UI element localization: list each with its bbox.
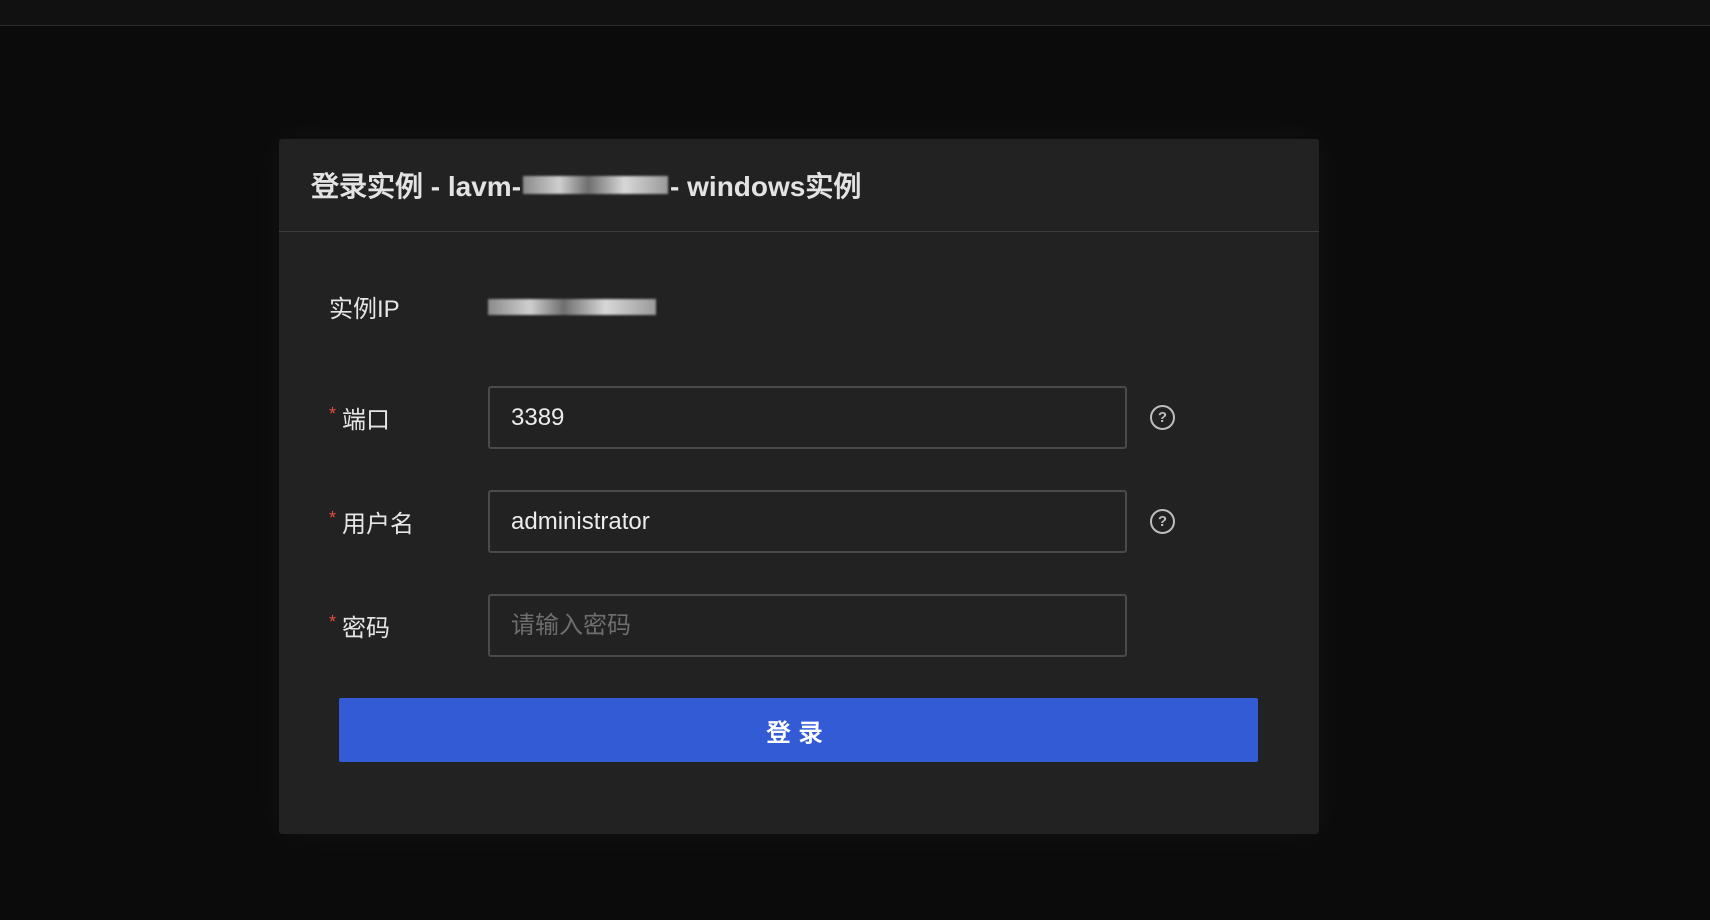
password-label: * 密码	[329, 608, 488, 643]
redacted-instance-id	[523, 176, 669, 194]
ip-row: 实例IP	[329, 289, 656, 324]
ip-value	[488, 298, 656, 315]
question-circle-icon[interactable]: ?	[1150, 509, 1175, 534]
ip-label-text: 实例IP	[329, 296, 400, 323]
top-bar	[0, 0, 1710, 26]
login-button[interactable]: 登录	[339, 698, 1258, 762]
username-label: * 用户名	[329, 504, 488, 539]
password-input[interactable]	[488, 594, 1127, 657]
dialog-header: 登录实例 - lavm- - windows实例	[279, 139, 1319, 232]
port-row: * 端口 ?	[329, 386, 1175, 449]
question-circle-icon[interactable]: ?	[1150, 405, 1175, 430]
redacted-ip-address	[488, 298, 656, 315]
port-label-text: 端口	[342, 407, 391, 434]
password-label-text: 密码	[342, 615, 391, 642]
username-label-text: 用户名	[342, 511, 415, 538]
password-row: * 密码	[329, 594, 1127, 657]
port-label: * 端口	[329, 400, 488, 435]
required-mark: *	[329, 612, 337, 632]
dialog-title-prefix: 登录实例 - lavm-	[311, 171, 522, 202]
required-mark: *	[329, 508, 337, 528]
username-row: * 用户名 ?	[329, 490, 1175, 553]
port-input[interactable]	[488, 386, 1127, 449]
username-input[interactable]	[488, 490, 1127, 553]
dialog-title-suffix: - windows实例	[670, 171, 862, 202]
login-dialog: 登录实例 - lavm- - windows实例 实例IP * 端口 ? * 用…	[279, 139, 1319, 834]
required-mark: *	[329, 404, 337, 424]
dialog-title: 登录实例 - lavm- - windows实例	[311, 165, 861, 205]
ip-label: 实例IP	[329, 289, 488, 324]
